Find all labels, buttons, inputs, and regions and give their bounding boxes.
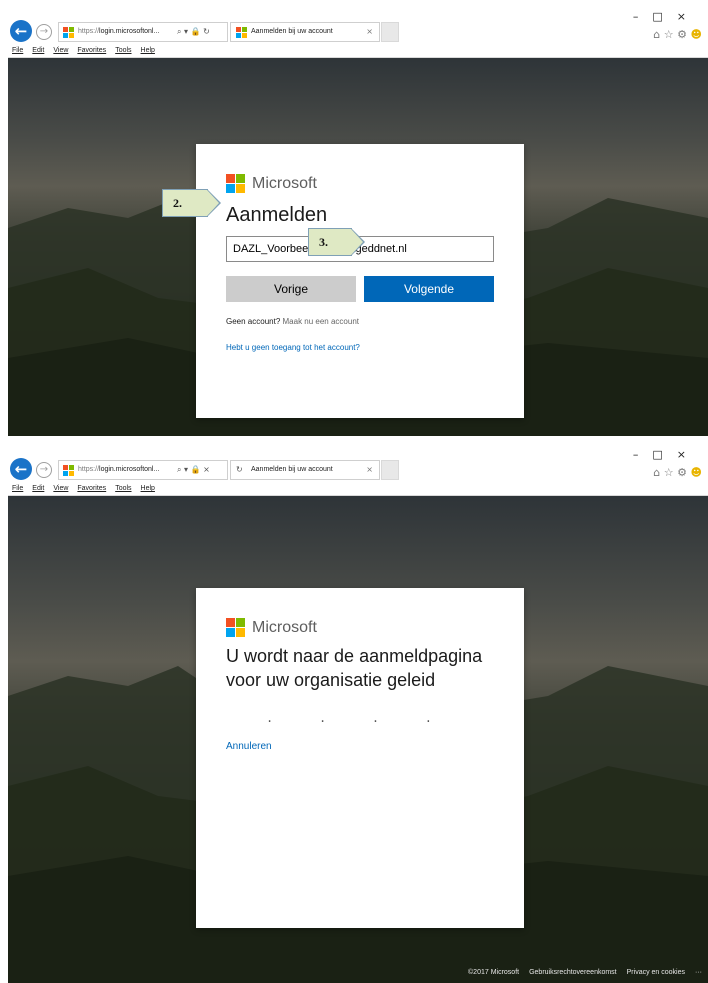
screenshot-redirect: ← → https://login.microsoftonl... ⌕ ▾ 🔒 …: [8, 446, 708, 983]
footer-terms-link[interactable]: Gebruiksrechtovereenkomst: [529, 969, 617, 976]
back-arrow-icon[interactable]: ←: [10, 458, 32, 480]
menu-bar: File Edit View Favorites Tools Help: [8, 483, 160, 495]
page-background: Microsoft U wordt naar de aanmeldpagina …: [8, 496, 708, 983]
new-tab-button[interactable]: [381, 22, 399, 42]
menu-view[interactable]: View: [53, 483, 68, 495]
menu-edit[interactable]: Edit: [32, 45, 44, 57]
close-icon[interactable]: ×: [366, 26, 373, 38]
next-button[interactable]: Volgende: [364, 276, 494, 302]
address-bar[interactable]: https://login.microsoftonl... ⌕ ▾ 🔒 ↻: [58, 22, 228, 42]
sign-in-card: Microsoft Aanmelden DAZL_Voorbeeld@manag…: [196, 144, 524, 418]
brand-name: Microsoft: [252, 619, 317, 636]
browser-chrome: ← → https://login.microsoftonl... ⌕ ▾ 🔒 …: [8, 8, 708, 58]
footer-copyright: ©2017 Microsoft: [468, 969, 520, 976]
window-controls: –□×: [633, 448, 700, 461]
window-controls: –□×: [633, 10, 700, 23]
address-url[interactable]: https://login.microsoftonl...: [78, 26, 178, 38]
back-arrow-icon[interactable]: ←: [10, 20, 32, 42]
tab-title: Aanmelden bij uw account: [251, 28, 333, 35]
address-url[interactable]: https://login.microsoftonl...: [78, 464, 178, 476]
tab-sign-in[interactable]: Aanmelden bij uw account ×: [230, 22, 380, 42]
tab-sign-in[interactable]: ↻ Aanmelden bij uw account ×: [230, 460, 380, 480]
brand-name: Microsoft: [252, 175, 317, 192]
create-account-link[interactable]: Maak nu een account: [283, 317, 360, 326]
home-icon[interactable]: ⌂: [653, 466, 660, 479]
star-icon[interactable]: ☆: [664, 28, 674, 41]
microsoft-favicon-icon: [236, 27, 247, 38]
browser-chrome: ← → https://login.microsoftonl... ⌕ ▾ 🔒 …: [8, 446, 708, 496]
progress-dots: . . . .: [267, 710, 453, 726]
microsoft-favicon-icon: [63, 465, 74, 476]
back-button[interactable]: Vorige: [226, 276, 356, 302]
menu-edit[interactable]: Edit: [32, 483, 44, 495]
gear-icon[interactable]: ⚙: [677, 466, 687, 479]
close-icon[interactable]: ×: [366, 464, 373, 476]
loading-icon: ↻: [236, 465, 243, 474]
minimize-icon[interactable]: –: [633, 448, 653, 461]
toolbar-icons: ⌂ ☆ ⚙ ☻: [653, 28, 702, 41]
menu-bar: File Edit View Favorites Tools Help: [8, 45, 160, 57]
gear-icon[interactable]: ⚙: [677, 28, 687, 41]
maximize-icon[interactable]: □: [652, 10, 676, 23]
microsoft-logo-icon: [226, 618, 245, 637]
menu-favorites[interactable]: Favorites: [77, 483, 106, 495]
footer-privacy-link[interactable]: Privacy en cookies: [627, 969, 685, 976]
new-tab-button[interactable]: [381, 460, 399, 480]
no-account-text: Geen account? Maak nu een account: [226, 317, 360, 326]
address-bar-actions: ⌕ ▾ 🔒 ↻: [177, 27, 210, 36]
screenshot-sign-in: ← → https://login.microsoftonl... ⌕ ▾ 🔒 …: [8, 8, 708, 436]
forward-arrow-icon[interactable]: →: [36, 24, 52, 40]
more-options-icon[interactable]: ···: [695, 969, 702, 976]
no-access-link[interactable]: Hebt u geen toegang tot het account?: [226, 342, 360, 354]
search-icon[interactable]: ⌕: [177, 27, 181, 36]
close-window-icon[interactable]: ×: [677, 10, 700, 23]
home-icon[interactable]: ⌂: [653, 28, 660, 41]
maximize-icon[interactable]: □: [652, 448, 676, 461]
menu-file[interactable]: File: [12, 45, 23, 57]
microsoft-favicon-icon: [63, 27, 74, 38]
search-icon[interactable]: ⌕: [177, 465, 181, 474]
refresh-icon[interactable]: ↻: [203, 27, 210, 36]
menu-favorites[interactable]: Favorites: [77, 45, 106, 57]
microsoft-logo-icon: [226, 174, 245, 193]
address-bar-actions: ⌕ ▾ 🔒 ×: [177, 465, 210, 474]
lock-icon[interactable]: 🔒: [191, 27, 201, 36]
step-2-callout: 2.: [162, 189, 221, 217]
redirect-message: U wordt naar de aanmeldpagina voor uw or…: [226, 646, 483, 690]
step-3-callout: 3.: [308, 228, 365, 256]
smiley-icon[interactable]: ☻: [691, 466, 702, 479]
menu-help[interactable]: Help: [141, 45, 155, 57]
redirect-card: Microsoft U wordt naar de aanmeldpagina …: [196, 588, 524, 928]
tab-title: Aanmelden bij uw account: [251, 466, 333, 473]
toolbar-icons: ⌂ ☆ ⚙ ☻: [653, 466, 702, 479]
smiley-icon[interactable]: ☻: [691, 28, 702, 41]
address-bar[interactable]: https://login.microsoftonl... ⌕ ▾ 🔒 ×: [58, 460, 228, 480]
menu-tools[interactable]: Tools: [115, 45, 131, 57]
stop-icon[interactable]: ×: [203, 465, 210, 474]
menu-help[interactable]: Help: [141, 483, 155, 495]
minimize-icon[interactable]: –: [633, 10, 653, 23]
cancel-link[interactable]: Annuleren: [226, 740, 272, 754]
page-footer: ©2017 Microsoft Gebruiksrechtovereenkomst…: [458, 967, 702, 979]
lock-icon[interactable]: 🔒: [191, 465, 201, 474]
forward-arrow-icon[interactable]: →: [36, 462, 52, 478]
star-icon[interactable]: ☆: [664, 466, 674, 479]
menu-file[interactable]: File: [12, 483, 23, 495]
close-window-icon[interactable]: ×: [677, 448, 700, 461]
page-title: Aanmelden: [226, 204, 328, 226]
menu-view[interactable]: View: [53, 45, 68, 57]
menu-tools[interactable]: Tools: [115, 483, 131, 495]
